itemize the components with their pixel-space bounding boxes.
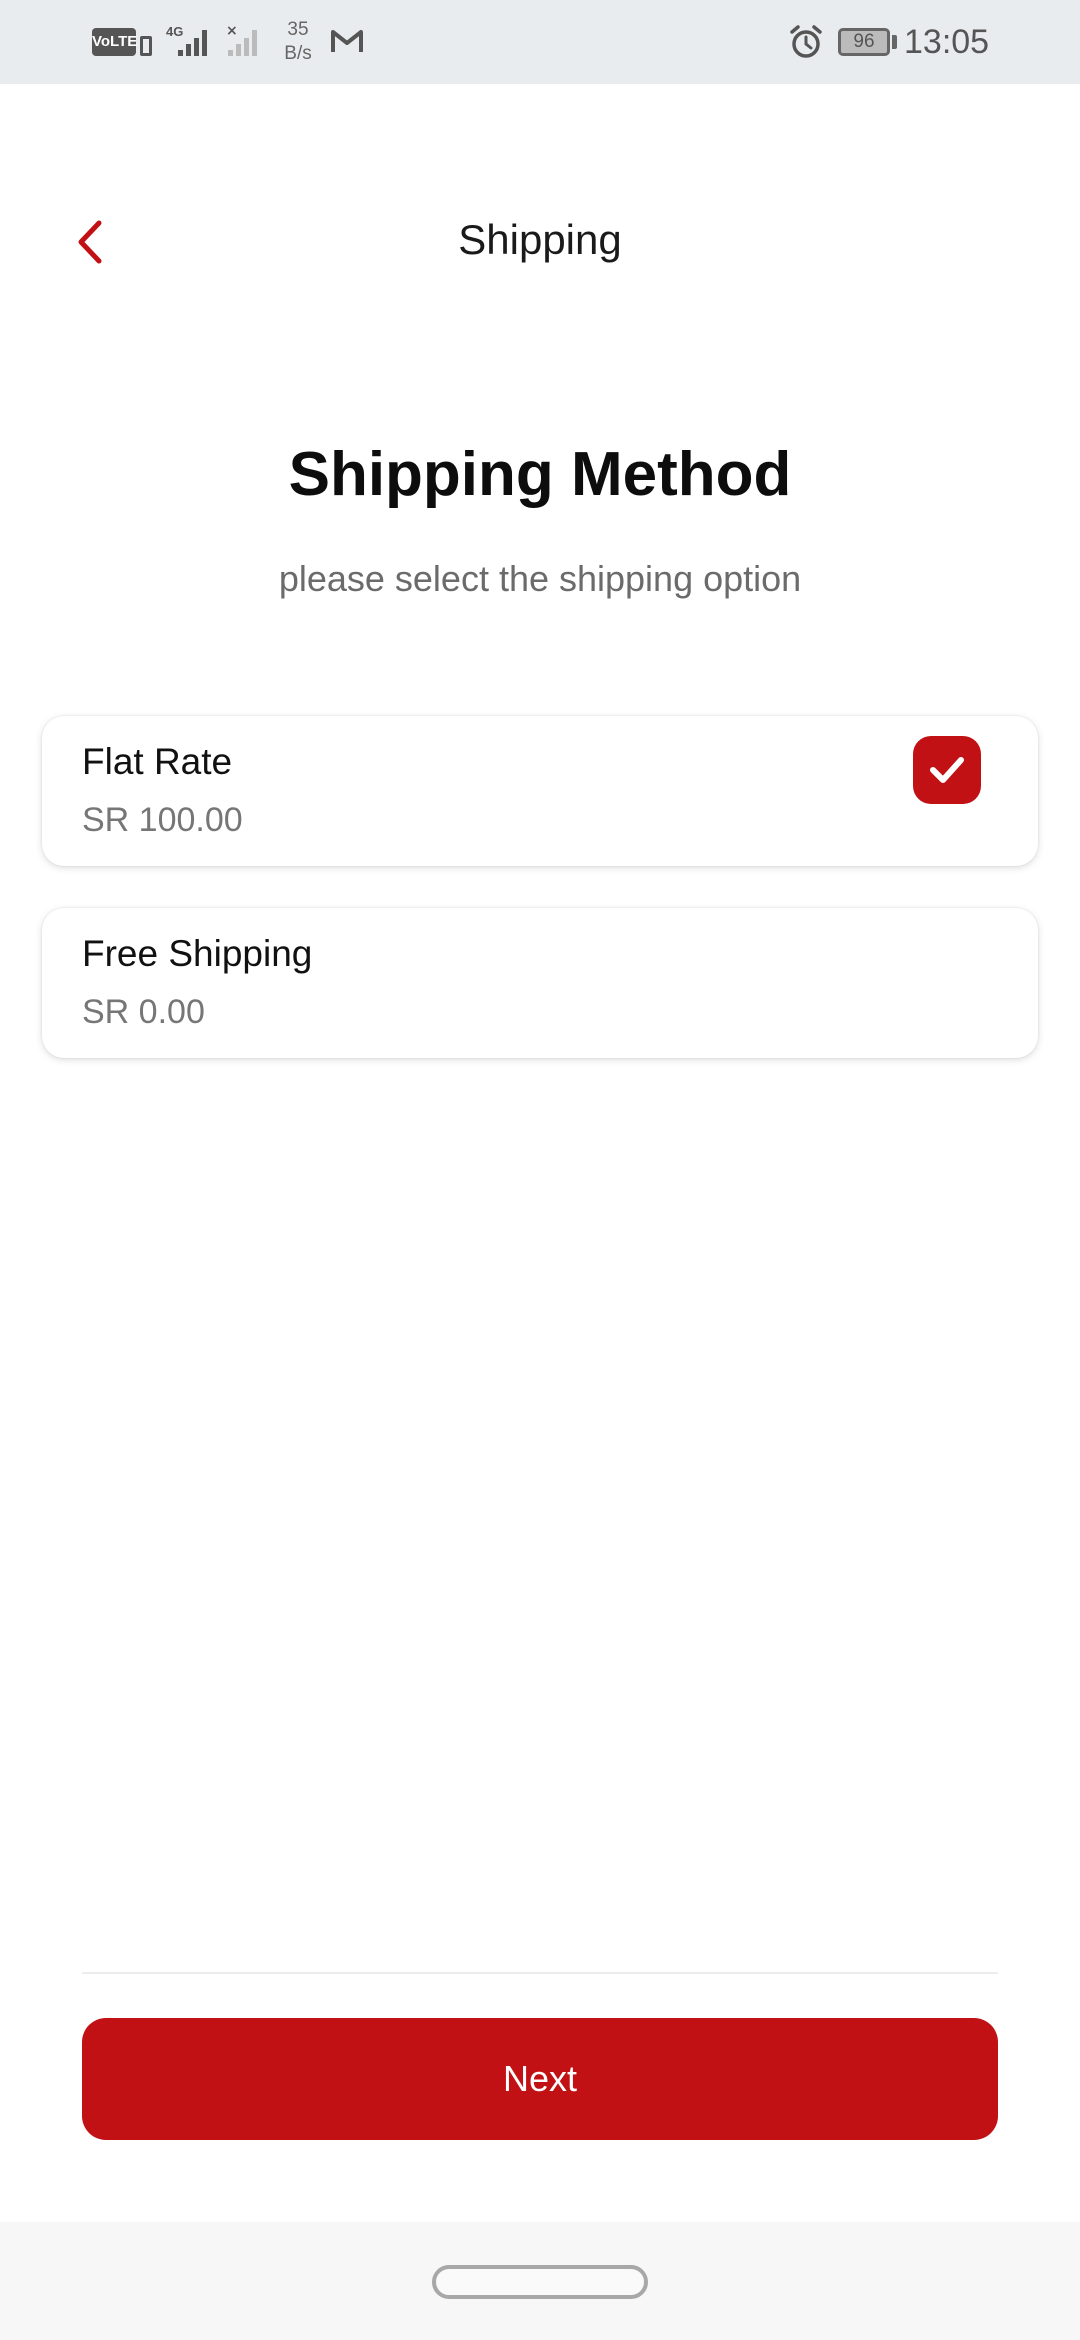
network-type-label: 4G (166, 24, 184, 39)
battery-tip (892, 35, 897, 49)
shipping-screen: VoLTE 4G × 35 B/s 96 13:05 Shipping Ship… (0, 0, 1080, 2340)
divider (82, 1972, 998, 1974)
home-gesture-handle[interactable] (432, 2265, 648, 2299)
network-speed-unit: B/s (284, 43, 312, 64)
no-signal-icon: × (226, 23, 257, 56)
shipping-method-subheading: please select the shipping option (278, 558, 802, 599)
check-icon (930, 757, 964, 783)
shipping-method-heading: Shipping Method (288, 440, 792, 509)
volte-badge: VoLTE (92, 28, 137, 56)
svg-text:×: × (226, 23, 238, 39)
option-price: SR 0.00 (82, 993, 205, 1031)
status-bar: VoLTE 4G × 35 B/s 96 13:05 (0, 0, 1080, 84)
clock: 13:05 (904, 23, 990, 61)
shipping-option-free-shipping[interactable]: Free Shipping SR 0.00 (42, 908, 1038, 1058)
selected-checkbox[interactable] (913, 736, 981, 804)
battery-icon: 96 (838, 28, 890, 56)
option-price: SR 100.00 (82, 801, 243, 839)
option-name: Free Shipping (82, 933, 313, 974)
page-title: Shipping (458, 216, 622, 263)
gmail-icon (331, 30, 363, 52)
sim-icon (140, 36, 152, 56)
network-speed-value: 35 (287, 19, 309, 40)
shipping-option-flat-rate[interactable]: Flat Rate SR 100.00 (42, 716, 1038, 866)
network-speed: 35 B/s (278, 18, 318, 66)
alarm-icon (790, 25, 822, 58)
next-button[interactable]: Next (82, 2018, 998, 2140)
option-name: Flat Rate (82, 741, 233, 782)
